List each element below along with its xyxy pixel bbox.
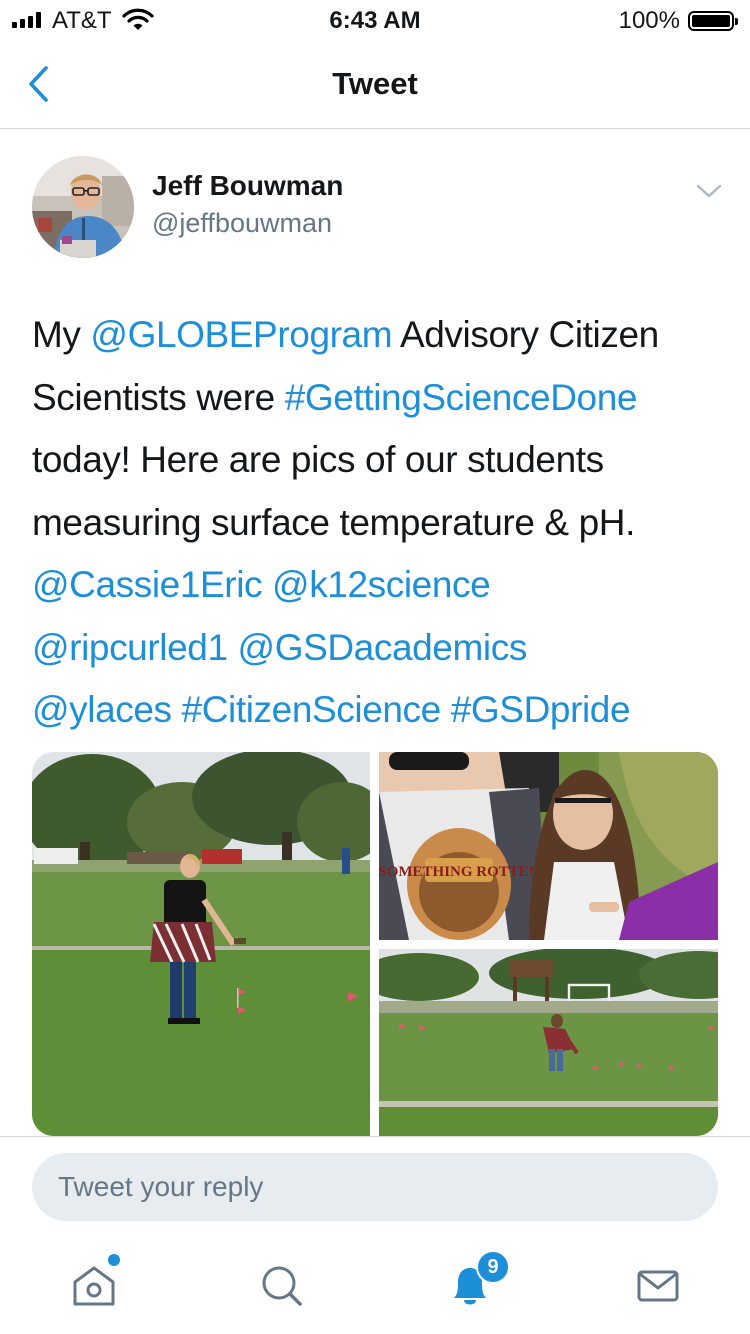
- media-grid: SOMETHING ROTTEN: [32, 752, 718, 1136]
- battery-percentage: 100%: [618, 7, 680, 34]
- more-options-button[interactable]: [694, 180, 724, 202]
- page-title: Tweet: [332, 66, 418, 101]
- mention-link[interactable]: @ylaces: [32, 689, 172, 730]
- hashtag-link[interactable]: #CitizenScience: [182, 689, 442, 730]
- new-content-dot: [108, 1254, 120, 1266]
- tweet-text-segment: My: [32, 314, 91, 355]
- tweet-text-segment: measuring surface temperature & pH.: [32, 501, 635, 543]
- tab-messages[interactable]: [628, 1256, 688, 1316]
- mention-link[interactable]: @GLOBEProgram: [90, 314, 392, 355]
- photo-student-field[interactable]: [32, 752, 370, 1136]
- author-name[interactable]: Jeff Bouwman: [152, 170, 343, 202]
- nav-bar: Tweet: [0, 40, 750, 129]
- avatar[interactable]: [32, 156, 134, 258]
- photo-students-reading[interactable]: SOMETHING ROTTEN: [379, 752, 718, 940]
- shirt-text: SOMETHING ROTTEN: [379, 864, 540, 880]
- mention-link[interactable]: @GSDacademics: [238, 627, 528, 668]
- status-bar: AT&T 6:43 AM 100%: [0, 0, 750, 40]
- mention-link[interactable]: @Cassie1Eric: [32, 564, 263, 605]
- tweet-text-segment: Advisory Citizen: [392, 314, 659, 355]
- tab-bar: 9: [0, 1236, 750, 1334]
- reply-composer: [0, 1136, 750, 1236]
- tab-search[interactable]: [252, 1256, 312, 1316]
- tweet-text: My @GLOBEProgram Advisory Citizen Scient…: [32, 304, 732, 742]
- author-handle[interactable]: @jeffbouwman: [152, 208, 332, 239]
- hashtag-link[interactable]: #GettingScienceDone: [285, 377, 638, 418]
- tab-notifications[interactable]: 9: [440, 1250, 510, 1316]
- tweet-text-segment: Scientists were: [32, 376, 285, 418]
- photo-student-track[interactable]: [379, 949, 718, 1136]
- reply-input[interactable]: [32, 1153, 718, 1221]
- chevron-down-icon: [696, 184, 722, 198]
- battery-icon: [688, 11, 738, 31]
- mention-link[interactable]: @k12science: [272, 564, 491, 605]
- tab-home[interactable]: [64, 1254, 124, 1316]
- tweet-text-segment: today! Here are pics of our students: [32, 439, 604, 480]
- mail-icon: [637, 1270, 679, 1302]
- hashtag-link[interactable]: #GSDpride: [451, 689, 631, 730]
- search-icon: [262, 1266, 302, 1306]
- notifications-badge: 9: [476, 1250, 510, 1284]
- mention-link[interactable]: @ripcurled1: [32, 627, 228, 668]
